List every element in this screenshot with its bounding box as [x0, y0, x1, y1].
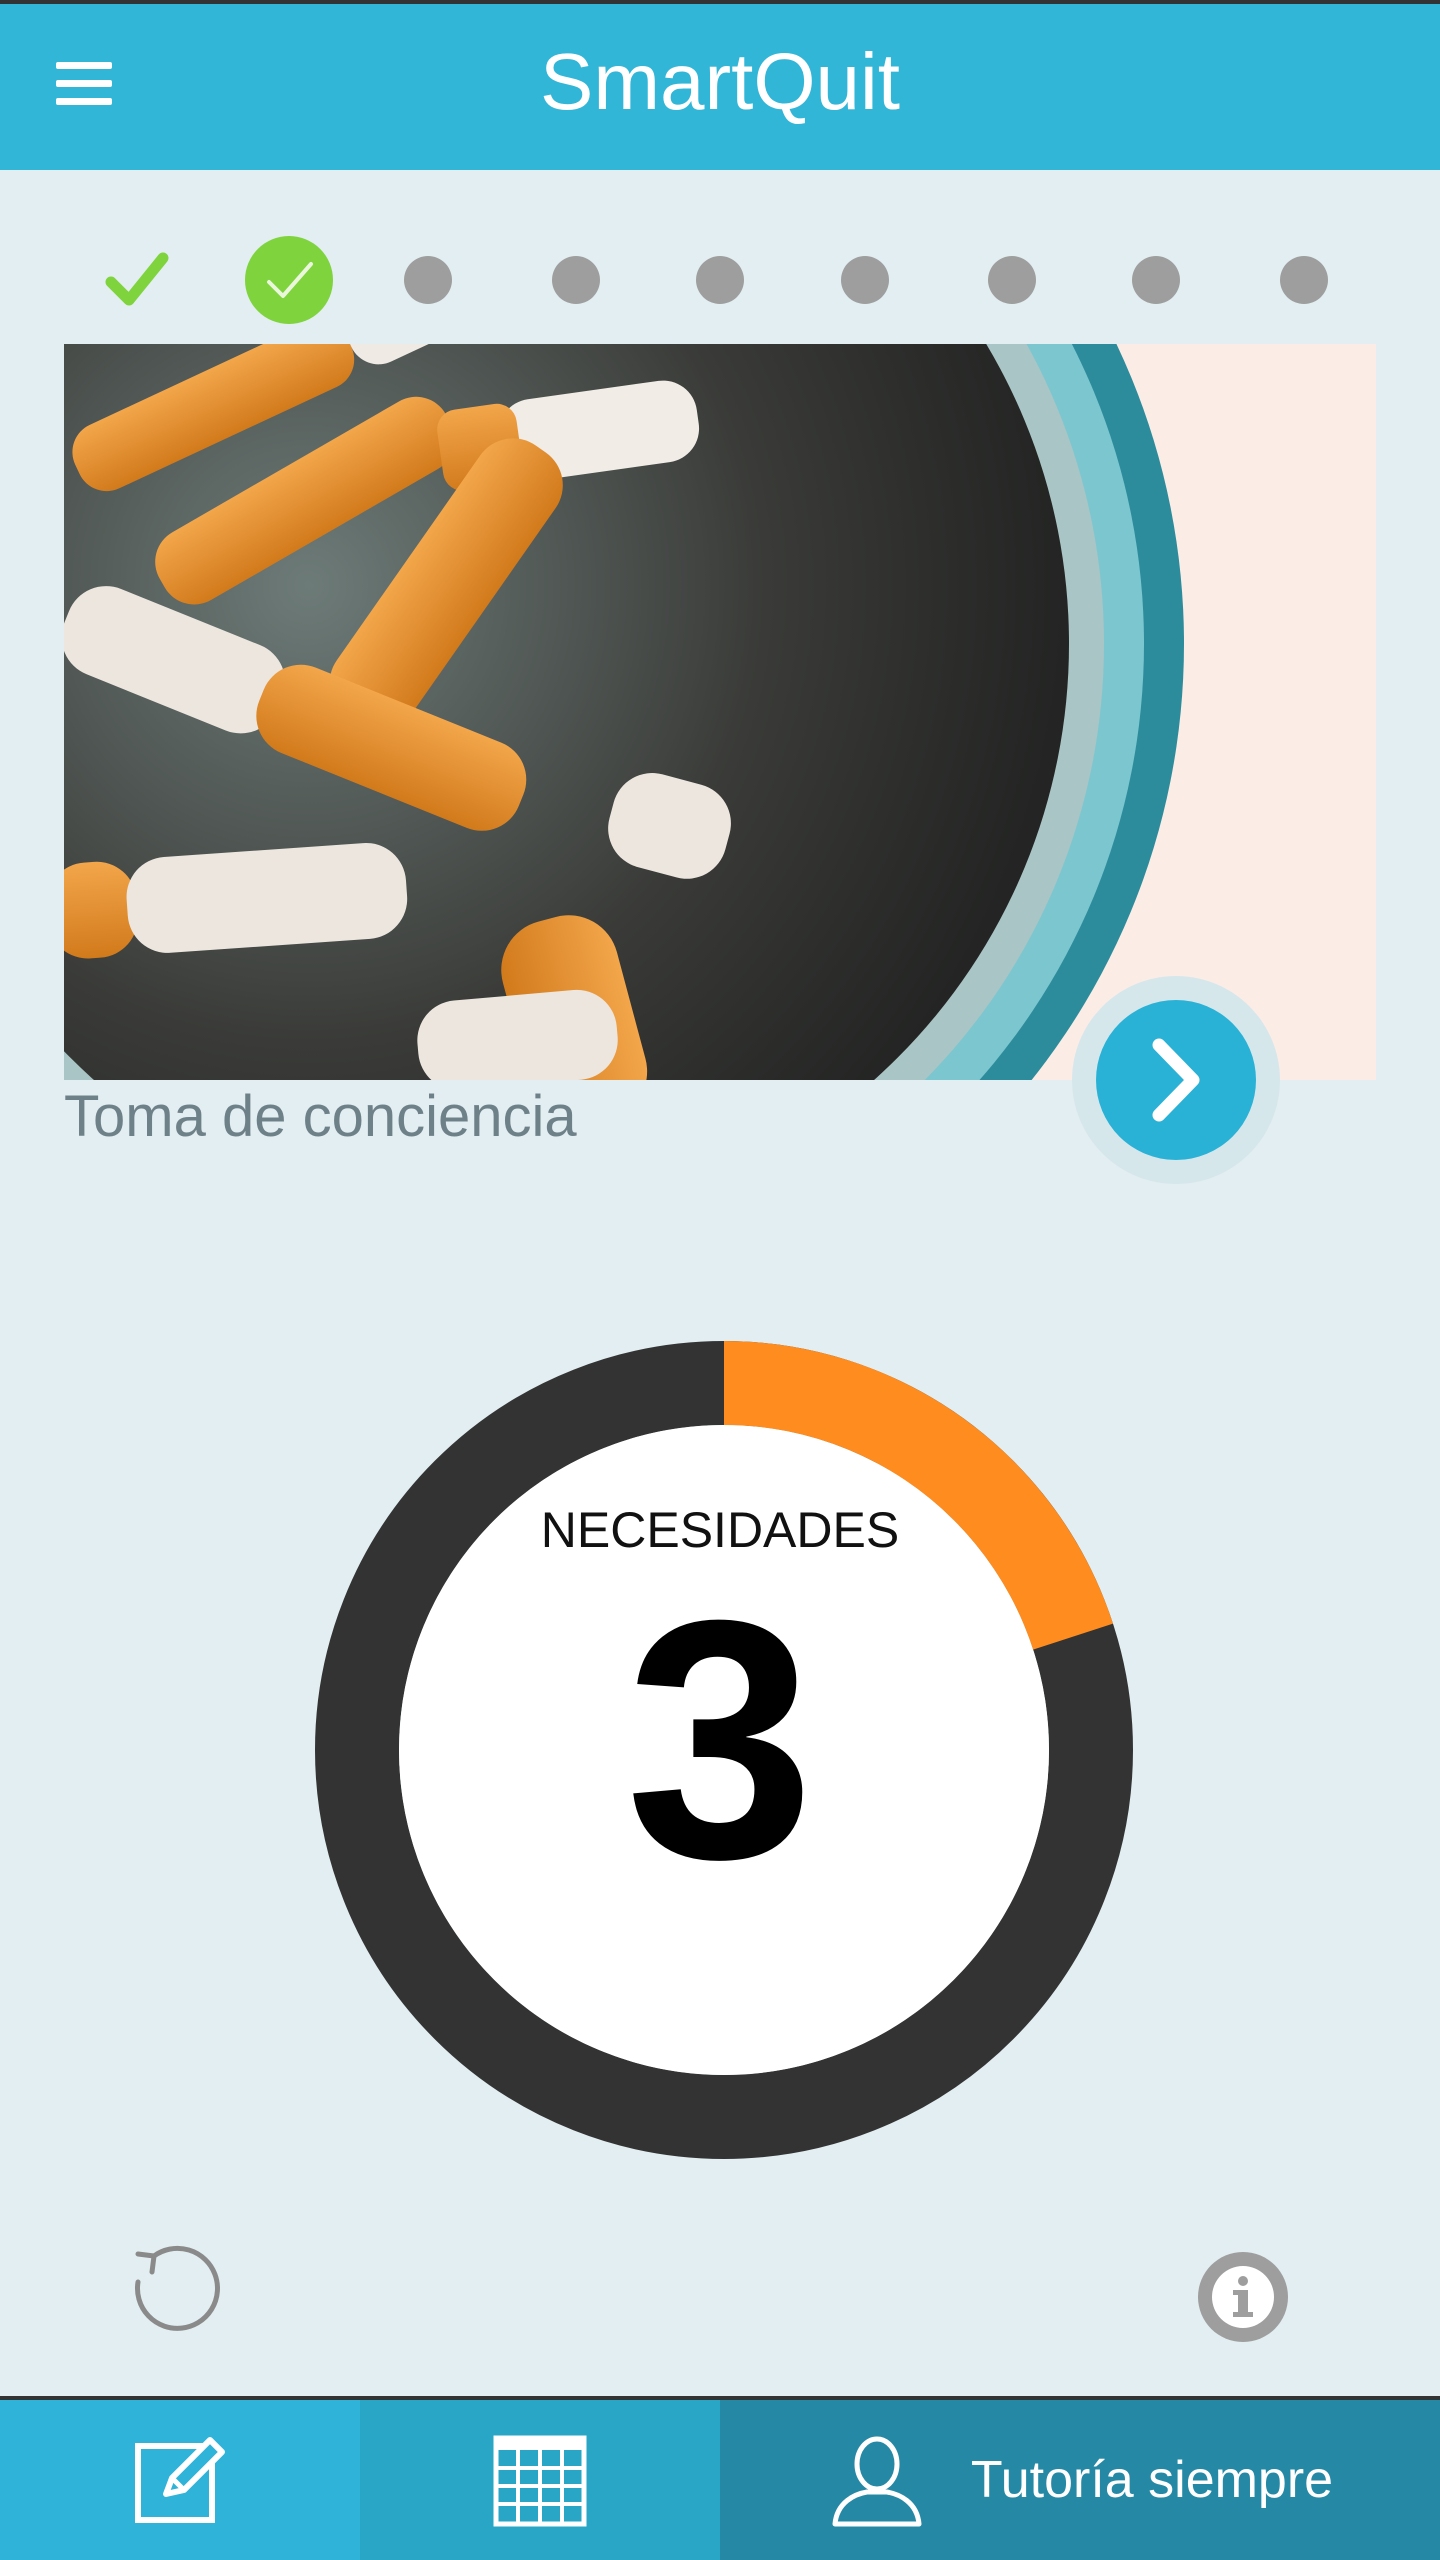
step-1-completed[interactable]: [92, 230, 182, 330]
step-2-current[interactable]: [239, 230, 339, 330]
step-dot: [1132, 256, 1180, 304]
tab-tutoria[interactable]: Tutoría siempre: [720, 2400, 1440, 2560]
cigarette-ashtray-image: [64, 344, 1376, 1080]
user-icon: [832, 2436, 922, 2527]
chevron-right-icon: [1152, 1038, 1200, 1122]
current-step-badge: [245, 236, 333, 324]
app-bar: SmartQuit: [0, 4, 1440, 170]
tab-edit[interactable]: [0, 2400, 360, 2560]
step-7[interactable]: [967, 230, 1057, 330]
next-button[interactable]: [1096, 1000, 1256, 1160]
step-5[interactable]: [675, 230, 765, 330]
tab-calendar[interactable]: [360, 2400, 720, 2560]
app-title: SmartQuit: [539, 37, 901, 126]
calendar-icon: [493, 2435, 587, 2527]
reset-icon: [135, 2245, 220, 2331]
step-progress: [0, 230, 1440, 330]
step-dot: [988, 256, 1036, 304]
info-button[interactable]: [1198, 2252, 1288, 2342]
step-dot: [1280, 256, 1328, 304]
reset-button[interactable]: [124, 2236, 228, 2340]
checkmark-icon: [105, 252, 169, 306]
step-9[interactable]: [1259, 230, 1349, 330]
bottom-nav: Tutoría siempre: [0, 2396, 1440, 2560]
gauge-value: 3: [625, 1550, 815, 1930]
step-dot: [696, 256, 744, 304]
edit-icon: [135, 2437, 225, 2523]
checkmark-icon: [267, 262, 313, 298]
step-dot: [552, 256, 600, 304]
step-dot: [404, 256, 452, 304]
info-icon: [1212, 2266, 1274, 2328]
tab-tutoria-label: Tutoría siempre: [970, 2451, 1334, 2509]
step-4[interactable]: [531, 230, 621, 330]
card-title: Toma de conciencia: [64, 1084, 577, 1149]
step-3[interactable]: [383, 230, 473, 330]
step-6[interactable]: [820, 230, 910, 330]
step-dot: [841, 256, 889, 304]
step-8[interactable]: [1111, 230, 1201, 330]
